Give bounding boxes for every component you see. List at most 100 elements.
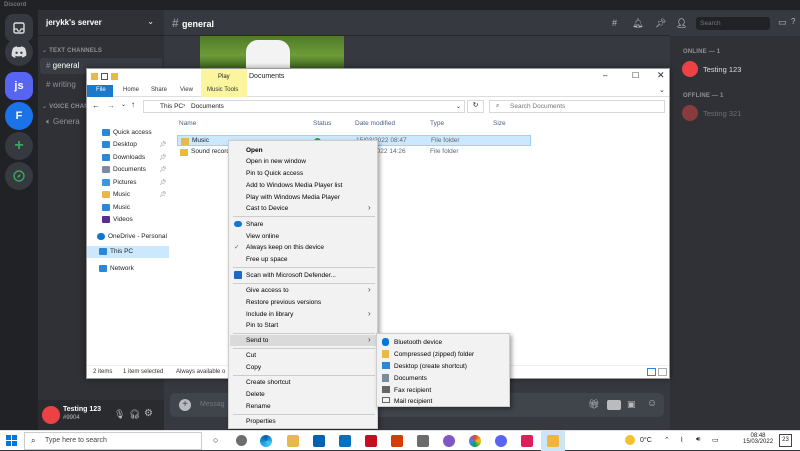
network-wifi-icon[interactable]: ⌇ — [680, 436, 683, 444]
photos-icon[interactable] — [547, 435, 559, 447]
minimize-icon[interactable]: – — [603, 71, 607, 80]
server-header[interactable]: jerykk's server ⌄ — [38, 10, 164, 36]
app-icon[interactable] — [443, 435, 455, 447]
server-icon-js[interactable]: js — [5, 72, 33, 100]
up-arrow-icon[interactable]: ↑ — [131, 100, 135, 109]
tab-view[interactable]: View — [180, 87, 193, 93]
address-bar[interactable]: This PC › Documents ⌄ — [143, 100, 465, 113]
avatar[interactable] — [42, 406, 60, 424]
menu-item-delete[interactable]: Delete — [246, 391, 265, 398]
sendto-documents[interactable]: Documents — [394, 375, 427, 382]
headphones-icon[interactable]: 🎧︎ — [129, 409, 140, 420]
nav-documents[interactable]: Documents — [102, 166, 146, 173]
cortana-icon[interactable] — [236, 435, 247, 446]
add-attachment-icon[interactable]: + — [179, 399, 191, 411]
discord-home-icon[interactable] — [5, 38, 33, 66]
weather-temperature[interactable]: 0°C — [640, 437, 652, 444]
menu-item-play-wmp[interactable]: Play with Windows Media Player — [246, 194, 340, 201]
member-offline-name[interactable]: Testing 321 — [703, 109, 741, 118]
nav-network[interactable]: Network — [99, 265, 134, 272]
column-size[interactable]: Size — [493, 120, 506, 127]
taskbar-search-box[interactable]: ⌕ Type here to search — [24, 432, 202, 450]
volume-icon[interactable]: 🔊︎ — [696, 436, 700, 444]
microphone-icon[interactable]: 🎙︎ — [114, 409, 125, 420]
sticker-icon[interactable]: ▣ — [627, 399, 636, 410]
menu-item-add-wmp-list[interactable]: Add to Windows Media Player list — [246, 182, 342, 189]
menu-item-cut[interactable]: Cut — [246, 352, 256, 359]
column-status[interactable]: Status — [313, 120, 331, 127]
maximize-icon[interactable]: ☐ — [632, 71, 639, 80]
menu-item-free-up-space[interactable]: Free up space — [246, 256, 288, 263]
chrome-icon[interactable] — [469, 435, 481, 447]
menu-item-view-online[interactable]: View online — [246, 233, 279, 240]
task-view-icon[interactable]: ○ — [213, 435, 218, 445]
sendto-mail[interactable]: Mail recipient — [394, 398, 432, 405]
tab-share[interactable]: Share — [151, 87, 167, 93]
breadcrumb-documents[interactable]: Documents — [191, 103, 224, 110]
nav-videos[interactable]: Videos — [102, 216, 133, 223]
gift-icon[interactable]: 🎁︎ — [588, 399, 599, 410]
notification-bell-icon[interactable]: 🔔︎ — [632, 18, 643, 29]
nav-pictures[interactable]: Pictures — [102, 179, 136, 186]
menu-item-open-new-window[interactable]: Open in new window — [246, 158, 306, 165]
inbox-icon[interactable]: ▭ — [778, 17, 787, 28]
menu-item-open[interactable]: Open — [246, 147, 263, 154]
menu-item-copy[interactable]: Copy — [246, 364, 261, 371]
menu-item-create-shortcut[interactable]: Create shortcut — [246, 379, 290, 386]
details-view-icon[interactable] — [647, 368, 656, 376]
slack-icon[interactable] — [521, 435, 533, 447]
column-type[interactable]: Type — [430, 120, 444, 127]
discord-taskbar-icon[interactable] — [495, 435, 507, 447]
sendto-compressed-folder[interactable]: Compressed (zipped) folder — [394, 351, 474, 358]
member-avatar[interactable] — [682, 105, 698, 121]
back-arrow-icon[interactable]: ← — [92, 101, 100, 110]
nav-downloads[interactable]: Downloads — [102, 154, 145, 161]
close-icon[interactable]: ✕ — [657, 70, 665, 81]
tab-home[interactable]: Home — [123, 87, 139, 93]
large-icons-view-icon[interactable] — [658, 368, 667, 376]
new-folder-icon[interactable] — [111, 73, 118, 80]
breadcrumb-this-pc[interactable]: This PC — [160, 103, 183, 110]
nav-this-pc[interactable]: This PC — [99, 248, 133, 255]
nav-music-pinned[interactable]: Music — [102, 191, 130, 198]
menu-item-pin-start[interactable]: Pin to Start — [246, 322, 278, 329]
threads-icon[interactable]: # — [612, 18, 617, 28]
sendto-desktop[interactable]: Desktop (create shortcut) — [394, 363, 467, 370]
member-avatar[interactable] — [682, 61, 698, 77]
member-list-icon[interactable]: 👤︎ — [676, 18, 687, 29]
discord-search-input[interactable]: Search — [696, 17, 770, 30]
menu-item-send-to[interactable]: Send to — [246, 337, 268, 344]
office-icon[interactable] — [391, 435, 403, 447]
windows-start-icon[interactable] — [6, 435, 17, 446]
notification-center-icon[interactable]: 23 — [779, 434, 792, 447]
sendto-bluetooth[interactable]: Bluetooth device — [394, 339, 442, 346]
refresh-icon[interactable]: ↻ — [467, 100, 484, 113]
column-date-modified[interactable]: Date modified — [355, 120, 395, 127]
store-icon[interactable] — [313, 435, 325, 447]
menu-item-always-keep[interactable]: Always keep on this device — [246, 244, 324, 251]
menu-item-pin-quick-access[interactable]: Pin to Quick access — [246, 170, 303, 177]
nav-music[interactable]: Music — [102, 204, 130, 211]
menu-item-scan-defender[interactable]: Scan with Microsoft Defender... — [246, 272, 336, 279]
edge-browser-icon[interactable] — [260, 435, 272, 447]
search-documents-input[interactable]: ⌕ Search Documents — [489, 100, 665, 113]
recent-locations-icon[interactable]: ⌄ — [121, 101, 126, 108]
snipping-tool-icon[interactable] — [417, 435, 429, 447]
nav-desktop[interactable]: Desktop — [102, 141, 137, 148]
file-explorer-icon[interactable] — [287, 435, 299, 447]
forward-arrow-icon[interactable]: → — [107, 101, 115, 110]
menu-item-share[interactable]: Share — [246, 221, 263, 228]
sendto-fax[interactable]: Fax recipient — [394, 387, 431, 394]
nav-onedrive[interactable]: OneDrive - Personal — [97, 233, 167, 240]
address-dropdown-icon[interactable]: ⌄ — [456, 103, 461, 110]
settings-gear-icon[interactable]: ⚙ — [144, 408, 153, 419]
properties-icon[interactable] — [101, 73, 108, 80]
expand-ribbon-icon[interactable]: ⌄ — [659, 86, 665, 94]
member-online-name[interactable]: Testing 123 — [703, 65, 741, 74]
battery-icon[interactable]: ▭ — [712, 436, 719, 444]
add-server-icon[interactable]: + — [5, 132, 33, 160]
weather-sun-icon[interactable] — [625, 435, 635, 445]
menu-item-include-library[interactable]: Include in library — [246, 311, 293, 318]
emoji-icon[interactable]: ☺ — [647, 398, 657, 409]
channel-writing[interactable]: # writing — [40, 77, 82, 92]
